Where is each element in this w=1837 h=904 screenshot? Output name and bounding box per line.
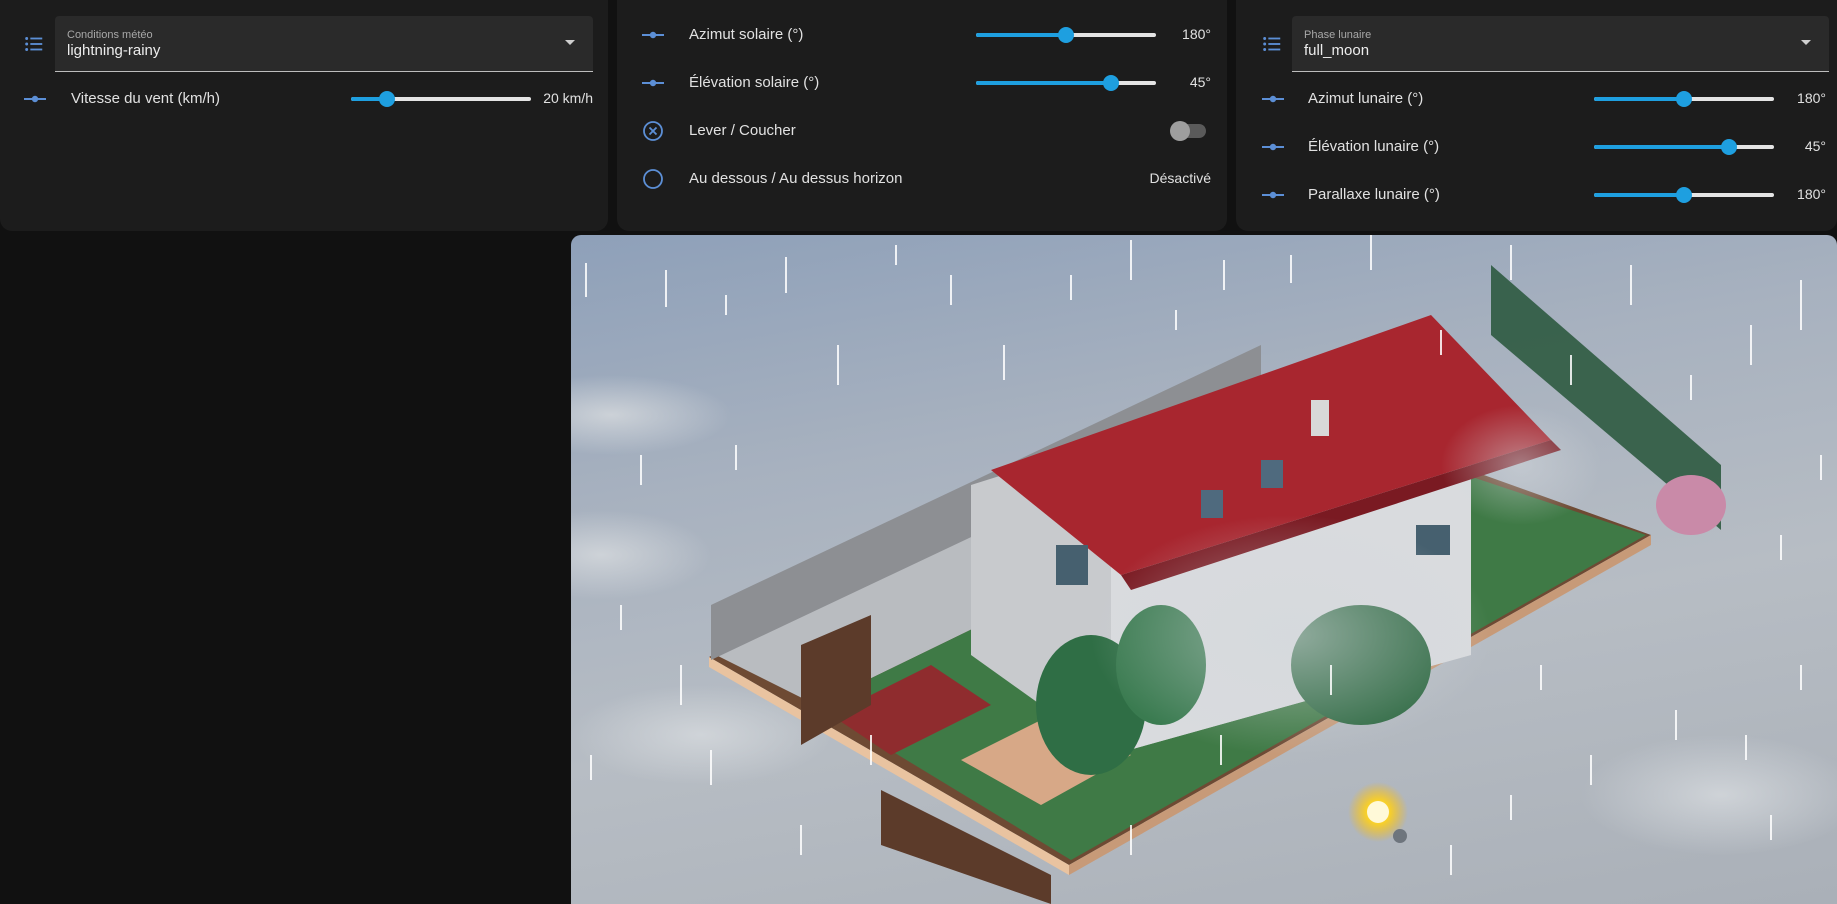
moon-azimuth-slider[interactable] xyxy=(1594,91,1774,107)
select-value: full_moon xyxy=(1304,42,1370,59)
window xyxy=(1261,460,1283,488)
rise-set-toggle[interactable] xyxy=(1170,121,1206,141)
select-label: Conditions météo xyxy=(67,29,153,41)
moon-elevation-slider[interactable] xyxy=(1594,139,1774,155)
moon-parallax-slider[interactable] xyxy=(1594,187,1774,203)
sun-elevation-slider[interactable] xyxy=(976,75,1156,91)
select-label: Phase lunaire xyxy=(1304,29,1372,41)
slider-fill xyxy=(1594,193,1684,197)
cloud xyxy=(571,510,711,600)
house-illustration xyxy=(571,235,1837,904)
blossom-tree xyxy=(1656,475,1726,535)
wind-speed-slider[interactable] xyxy=(351,91,531,107)
sun-azimuth-row: Azimut solaire (°) 180° xyxy=(641,20,1211,50)
fog xyxy=(1091,515,1491,755)
wind-speed-value: 20 km/h xyxy=(543,90,593,106)
fog xyxy=(1441,405,1601,525)
slider-thumb[interactable] xyxy=(379,91,395,107)
window xyxy=(1056,545,1088,585)
slider-icon xyxy=(1262,143,1284,151)
slider-icon xyxy=(1262,95,1284,103)
wind-speed-row: Vitesse du vent (km/h) 20 km/h xyxy=(23,84,593,114)
moon-icon xyxy=(1393,829,1407,843)
sun-azimuth-slider[interactable] xyxy=(976,27,1156,43)
horizon-value: Désactivé xyxy=(1149,170,1211,186)
wind-speed-label: Vitesse du vent (km/h) xyxy=(71,90,220,107)
circle-outline-icon xyxy=(643,169,663,189)
slider-fill xyxy=(976,33,1066,37)
sun-azimuth-label: Azimut solaire (°) xyxy=(689,26,804,43)
list-icon xyxy=(25,37,43,51)
moon-phase-select[interactable]: Phase lunaire full_moon xyxy=(1292,16,1829,72)
slider-thumb[interactable] xyxy=(1058,27,1074,43)
weather-condition-select[interactable]: Conditions météo lightning-rainy xyxy=(55,16,593,72)
slider-fill xyxy=(1594,97,1684,101)
window xyxy=(1201,490,1223,518)
slider-icon xyxy=(642,79,664,87)
moon-elevation-value: 45° xyxy=(1804,138,1826,154)
toggle-knob xyxy=(1170,121,1190,141)
sun-azimuth-value: 180° xyxy=(1182,26,1211,42)
slider-icon xyxy=(1262,191,1284,199)
chimney xyxy=(1311,400,1329,436)
sun-elevation-row: Élévation solaire (°) 45° xyxy=(641,68,1211,98)
moon-azimuth-value: 180° xyxy=(1797,90,1826,106)
chevron-down-icon[interactable] xyxy=(565,40,575,45)
chevron-down-icon[interactable] xyxy=(1801,40,1811,45)
horizon-row: Au dessous / Au dessus horizon Désactivé xyxy=(641,164,1211,194)
slider-icon xyxy=(24,95,46,103)
moon-azimuth-row: Azimut lunaire (°) 180° xyxy=(1261,84,1826,114)
sun-elevation-value: 45° xyxy=(1189,74,1211,90)
select-value: lightning-rainy xyxy=(67,42,161,59)
slider-thumb[interactable] xyxy=(1721,139,1737,155)
horizon-label: Au dessous / Au dessus horizon xyxy=(689,170,903,187)
close-circle-outline-icon xyxy=(643,121,663,141)
moon-elevation-label: Élévation lunaire (°) xyxy=(1308,138,1440,155)
list-icon xyxy=(1263,37,1281,51)
slider-fill xyxy=(1594,145,1729,149)
moon-azimuth-label: Azimut lunaire (°) xyxy=(1308,90,1424,107)
sun-card: Azimut solaire (°) 180° Élévation solair… xyxy=(617,0,1227,231)
house-scene-image xyxy=(571,235,1837,904)
moon-card: Phase lunaire full_moon Azimut lunaire (… xyxy=(1236,0,1837,231)
moon-parallax-value: 180° xyxy=(1797,186,1826,202)
moon-parallax-label: Parallaxe lunaire (°) xyxy=(1308,186,1440,203)
moon-parallax-row: Parallaxe lunaire (°) 180° xyxy=(1261,180,1826,210)
slider-thumb[interactable] xyxy=(1676,187,1692,203)
sun-icon xyxy=(1367,801,1389,823)
slider-thumb[interactable] xyxy=(1103,75,1119,91)
slider-fill xyxy=(976,81,1111,85)
rise-set-label: Lever / Coucher xyxy=(689,122,796,139)
rise-set-row: Lever / Coucher xyxy=(641,116,1211,146)
cloud xyxy=(1581,735,1837,855)
moon-elevation-row: Élévation lunaire (°) 45° xyxy=(1261,132,1826,162)
cloud xyxy=(571,375,731,455)
sun-elevation-label: Élévation solaire (°) xyxy=(689,74,820,91)
weather-card: Conditions météo lightning-rainy Vitesse… xyxy=(0,0,608,231)
slider-icon xyxy=(642,31,664,39)
slider-thumb[interactable] xyxy=(1676,91,1692,107)
